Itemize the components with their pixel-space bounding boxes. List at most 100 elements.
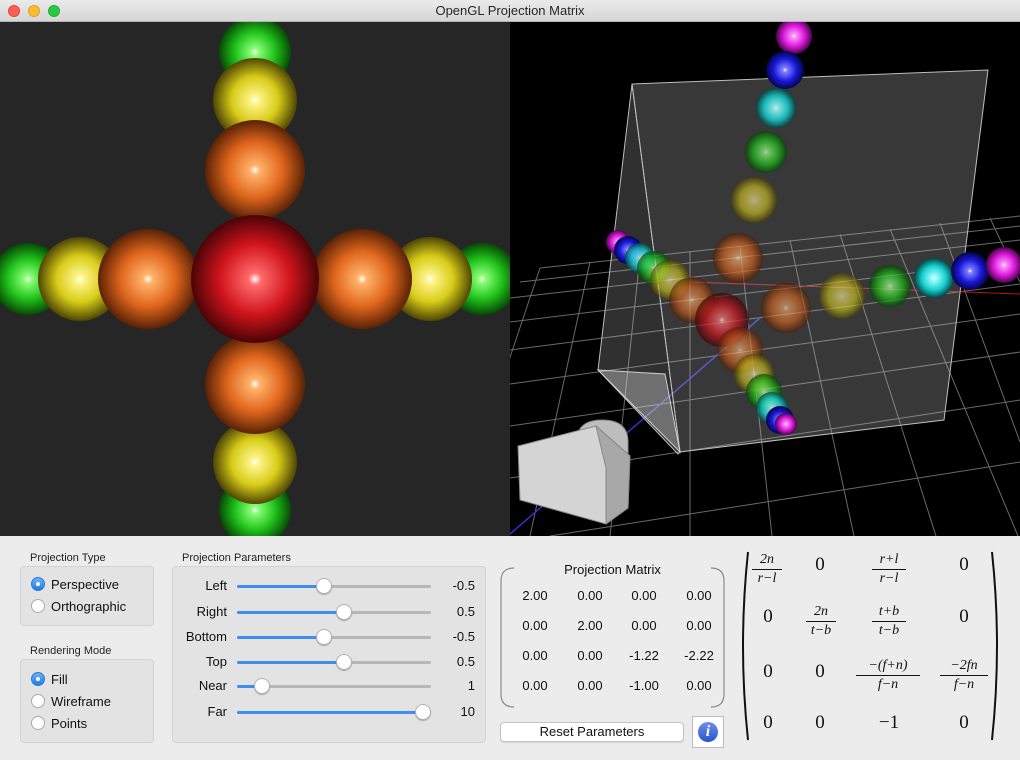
slider-thumb-bottom[interactable] <box>316 629 333 645</box>
radio-perspective[interactable]: Perspective <box>31 575 119 593</box>
projection-type-label: Projection Type <box>30 552 106 564</box>
matrix-cell-r1c0: 0.00 <box>522 618 548 633</box>
param-label-near: Near <box>198 678 227 693</box>
matrix-cell-r0c2: 0.00 <box>631 588 657 603</box>
matrix-cell-r3c1: 0.00 <box>577 678 603 693</box>
projection-parameters-label: Projection Parameters <box>182 552 291 564</box>
radio-points-indicator[interactable] <box>31 716 45 730</box>
param-value-far: 10 <box>460 704 475 719</box>
matrix-cell-r0c0: 2.00 <box>522 588 548 603</box>
radio-orthographic-indicator[interactable] <box>31 599 45 613</box>
projection-type-group: Perspective Orthographic <box>20 566 154 626</box>
formula-r13: 0 <box>959 606 969 627</box>
param-row-top: Top 0.5 <box>173 653 485 671</box>
param-label-right: Right <box>196 604 227 619</box>
spheres-vertical-bottom <box>205 334 305 536</box>
rendering-mode-group: Fill Wireframe Points <box>20 659 154 743</box>
param-row-near: Near 1 <box>173 677 485 695</box>
slider-thumb-near[interactable] <box>254 678 271 694</box>
param-value-near: 1 <box>467 678 475 693</box>
slider-fill-far <box>237 711 424 714</box>
slider-near[interactable] <box>237 678 431 694</box>
param-row-left: Left -0.5 <box>173 577 485 595</box>
slider-thumb-top[interactable] <box>335 654 352 670</box>
formula-r12: t+b t−b <box>872 604 906 639</box>
formula-r00: 2n r−l <box>752 552 782 587</box>
radio-perspective-label: Perspective <box>51 576 119 592</box>
formula-r20: 0 <box>763 661 773 682</box>
slider-thumb-right[interactable] <box>335 604 352 620</box>
slider-thumb-left[interactable] <box>316 578 333 594</box>
matrix-cell-r2c1: 0.00 <box>577 648 603 663</box>
radio-wireframe-indicator[interactable] <box>31 694 45 708</box>
matrix-cell-r2c2: -1.22 <box>629 648 659 663</box>
slider-thumb-far[interactable] <box>415 704 432 720</box>
param-label-far: Far <box>207 704 228 719</box>
window-title: OpenGL Projection Matrix <box>435 3 585 18</box>
slider-left[interactable] <box>237 578 431 594</box>
projection-parameters-group: Left -0.5 Right 0.5 Bottom -0.5 Top 0.5 Near 1 Far… <box>172 566 486 743</box>
matrix-cell-r3c2: -1.00 <box>629 678 659 693</box>
slider-fill-left <box>237 585 325 588</box>
param-row-bottom: Bottom -0.5 <box>173 628 485 646</box>
title-bar: OpenGL Projection Matrix <box>0 0 1020 22</box>
formula-r33: 0 <box>959 712 969 733</box>
slider-far[interactable] <box>237 704 432 720</box>
matrix-title: Projection Matrix <box>564 562 661 577</box>
formula-r01: 0 <box>815 554 825 575</box>
spheres-vertical-top <box>205 22 305 220</box>
radio-fill-indicator[interactable] <box>31 672 45 686</box>
radio-perspective-indicator[interactable] <box>31 577 45 591</box>
formula-r21: 0 <box>815 661 825 682</box>
formula-r03: 0 <box>959 554 969 575</box>
radio-fill-label: Fill <box>51 671 68 687</box>
param-value-bottom: -0.5 <box>452 629 475 644</box>
param-value-left: -0.5 <box>452 578 475 593</box>
param-label-top: Top <box>206 654 227 669</box>
projection-view[interactable] <box>0 22 510 536</box>
slider-fill-right <box>237 611 344 614</box>
param-label-bottom: Bottom <box>185 629 227 644</box>
info-icon: i <box>698 722 718 742</box>
matrix-cell-r2c3: -2.22 <box>684 648 714 663</box>
radio-orthographic[interactable]: Orthographic <box>31 597 126 615</box>
radio-orthographic-label: Orthographic <box>51 598 127 614</box>
matrix-cell-r3c3: 0.00 <box>686 678 712 693</box>
param-row-far: Far 10 <box>173 703 485 721</box>
formula-r22: −(f+n) f−n <box>856 658 920 693</box>
radio-points-label: Points <box>51 715 88 731</box>
radio-points[interactable]: Points <box>31 714 87 732</box>
matrix-cell-r2c0: 0.00 <box>522 648 548 663</box>
radio-fill[interactable]: Fill <box>31 670 68 688</box>
matrix-cell-r1c2: 0.00 <box>631 618 657 633</box>
scene-view[interactable] <box>510 22 1020 536</box>
matrix-cell-r3c0: 0.00 <box>522 678 548 693</box>
param-value-top: 0.5 <box>456 654 475 669</box>
formula-r31: 0 <box>815 712 825 733</box>
slider-fill-bottom <box>237 636 325 639</box>
info-button[interactable]: i <box>692 716 724 748</box>
reset-parameters-button[interactable]: Reset Parameters <box>500 722 684 742</box>
radio-wireframe-label: Wireframe <box>51 693 111 709</box>
param-row-right: Right 0.5 <box>173 603 485 621</box>
formula-r32: −1 <box>878 712 900 733</box>
projection-formula: 2n r−l 0 r+l r−l 0 0 2n t−b t+b t−b 0 0 0 −(… <box>736 548 1004 744</box>
formula-r30: 0 <box>763 712 773 733</box>
matrix-cell-r1c3: 0.00 <box>686 618 712 633</box>
slider-right[interactable] <box>237 604 431 620</box>
slider-top[interactable] <box>237 654 431 670</box>
rendering-mode-label: Rendering Mode <box>30 645 112 657</box>
formula-r23: −2fn f−n <box>940 658 988 693</box>
radio-wireframe[interactable]: Wireframe <box>31 692 111 710</box>
formula-r11: 2n t−b <box>806 604 836 639</box>
formula-r02: r+l r−l <box>872 552 906 587</box>
param-label-left: Left <box>205 578 227 593</box>
center-sphere <box>191 215 319 343</box>
formula-r10: 0 <box>763 606 773 627</box>
matrix-cell-r0c3: 0.00 <box>686 588 712 603</box>
slider-bottom[interactable] <box>237 629 431 645</box>
matrix-cell-r1c1: 2.00 <box>577 618 603 633</box>
slider-fill-top <box>237 661 344 664</box>
matrix-cell-r0c1: 0.00 <box>577 588 603 603</box>
param-value-right: 0.5 <box>456 604 475 619</box>
